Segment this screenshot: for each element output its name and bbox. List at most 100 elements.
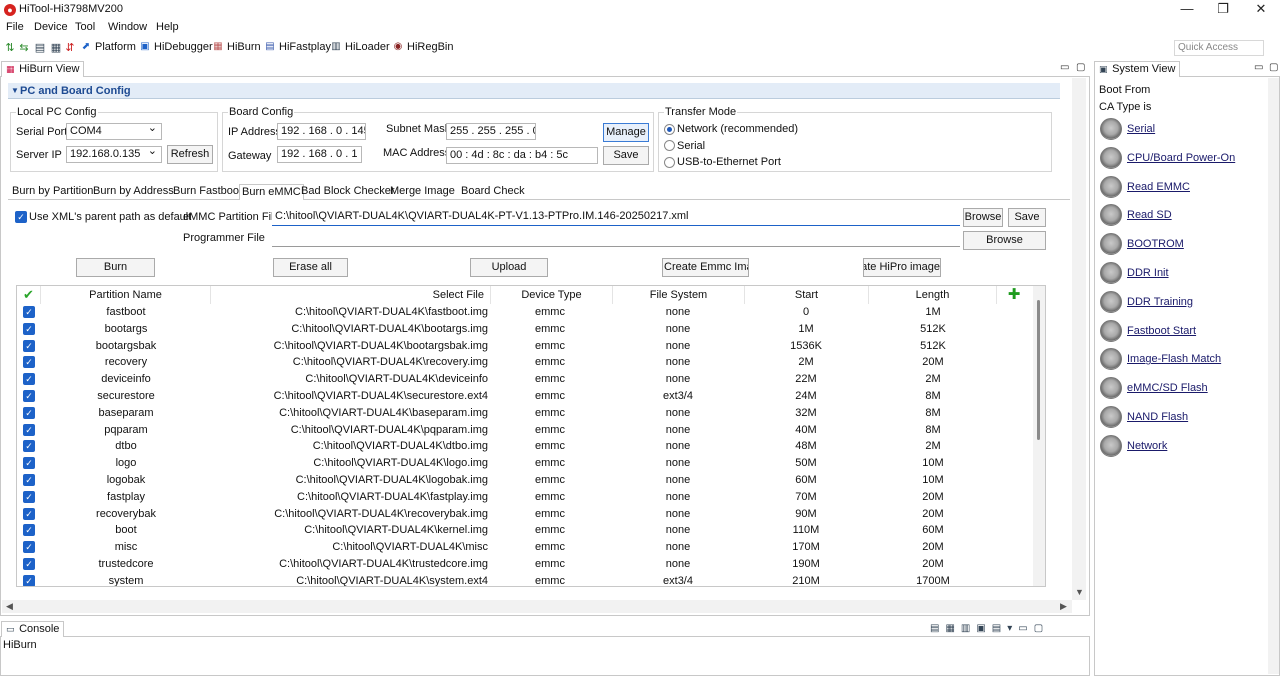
menu-file[interactable]: File [6,21,24,33]
hidebugger-tool[interactable]: ▣ HiDebugger [139,41,212,53]
system-minimize-icon[interactable]: ▭ [1254,62,1263,73]
system-step-link[interactable]: eMMC/SD Flash [1127,382,1208,394]
table-row[interactable]: ✓ system C:\hitool\QVIART-DUAL4K\system.ex… [17,573,1037,586]
emmc-partition-file-input[interactable]: C:\hitool\QVIART-DUAL4K\QVIART-DUAL4K-PT… [272,209,960,226]
row-checkbox[interactable]: ✓ [23,373,35,386]
maximize-view-icon[interactable]: ▢ [1076,62,1085,73]
system-step-item[interactable]: DDR Training [1100,290,1193,313]
minimize-view-icon[interactable]: ▭ [1060,62,1069,73]
radio-usb-ethernet-label[interactable]: USB-to-Ethernet Port [677,156,781,168]
connect-icon[interactable]: ⇅ [4,42,16,54]
cell-select-file[interactable]: C:\hitool\QVIART-DUAL4K\trustedcore.img [211,556,488,573]
menu-window[interactable]: Window [108,21,147,33]
cell-select-file[interactable]: C:\hitool\QVIART-DUAL4K\fastboot.img [211,304,488,321]
row-checkbox[interactable]: ✓ [23,507,35,520]
system-step-link[interactable]: NAND Flash [1127,411,1188,423]
cell-select-file[interactable]: C:\hitool\QVIART-DUAL4K\logo.img [211,455,488,472]
system-view-tab[interactable]: ▣ System View [1094,61,1181,77]
system-step-item[interactable]: Read EMMC [1100,175,1190,198]
menu-device[interactable]: Device [34,21,68,33]
table-row[interactable]: ✓ recovery C:\hitool\QVIART-DUAL4K\recover… [17,354,1037,371]
tab-bad-block-checker[interactable]: Bad Block Checker [299,184,397,200]
system-step-item[interactable]: Image-Flash Match [1100,348,1221,371]
scroll-down-arrow-icon[interactable]: ▼ [1075,587,1084,597]
radio-serial-label[interactable]: Serial [677,140,705,152]
row-checkbox[interactable]: ✓ [23,339,35,352]
table-row[interactable]: ✓ securestore C:\hitool\QVIART-DUAL4K\secu… [17,388,1037,405]
refresh-button[interactable]: Refresh [167,145,213,164]
row-checkbox[interactable]: ✓ [23,423,35,436]
cell-select-file[interactable]: C:\hitool\QVIART-DUAL4K\bootargsbak.img [211,338,488,355]
row-checkbox[interactable]: ✓ [23,322,35,335]
maximize-button[interactable]: ❐ [1206,0,1240,20]
row-checkbox[interactable]: ✓ [23,356,35,369]
system-step-link[interactable]: Fastboot Start [1127,325,1196,337]
system-step-link[interactable]: Read EMMC [1127,181,1190,193]
header-length[interactable]: Length [869,286,997,304]
scroll-left-arrow-icon[interactable]: ◀ [6,601,13,612]
row-checkbox[interactable]: ✓ [23,474,35,486]
cell-select-file[interactable]: C:\hitool\QVIART-DUAL4K\recovery.img [211,354,488,371]
add-partition-icon[interactable]: ✚ [997,286,1031,304]
console-tab[interactable]: ▭ Console [1,621,65,637]
hiburn-vertical-scrollbar[interactable] [1072,78,1086,600]
cell-select-file[interactable]: C:\hitool\QVIART-DUAL4K\kernel.img [211,522,488,539]
tab-board-check[interactable]: Board Check [459,184,527,200]
menu-tool[interactable]: Tool [75,21,95,33]
minimize-button[interactable]: — [1170,0,1204,20]
system-step-link[interactable]: DDR Init [1127,267,1169,279]
gateway-field[interactable]: 192 . 168 . 0 . 1 [277,146,362,163]
close-button[interactable]: ✕ [1244,0,1278,20]
table-row[interactable]: ✓ recoverybak C:\hitool\QVIART-DUAL4K\reco… [17,506,1037,523]
collapse-arrow-icon[interactable]: ▼ [11,86,19,95]
radio-network-label[interactable]: Network (recommended) [677,123,798,135]
table-row[interactable]: ✓ dtbo C:\hitool\QVIART-DUAL4K\dtbo.img emm… [17,438,1037,455]
row-checkbox[interactable]: ✓ [23,306,35,318]
use-parent-path-checkbox[interactable]: ✓ [15,211,27,223]
table-row[interactable]: ✓ logo C:\hitool\QVIART-DUAL4K\logo.img emm… [17,455,1037,472]
burn-button[interactable]: Burn [76,258,155,277]
hiloader-tool[interactable]: ▥ HiLoader [330,41,389,53]
create-hipro-image-button[interactable]: Create HiPro image [863,258,941,277]
system-maximize-icon[interactable]: ▢ [1269,62,1278,73]
cell-select-file[interactable]: C:\hitool\QVIART-DUAL4K\bootargs.img [211,321,488,338]
system-step-link[interactable]: Read SD [1127,209,1172,221]
system-step-item[interactable]: Fastboot Start [1100,319,1196,342]
scroll-right-arrow-icon[interactable]: ▶ [1060,601,1067,612]
cell-select-file[interactable]: C:\hitool\QVIART-DUAL4K\securestore.ext4 [211,388,488,405]
row-checkbox[interactable]: ✓ [23,457,35,470]
table-row[interactable]: ✓ trustedcore C:\hitool\QVIART-DUAL4K\trus… [17,556,1037,573]
hiburn-tool[interactable]: ▦ HiBurn [212,41,260,53]
row-checkbox[interactable]: ✓ [23,390,35,402]
table-row[interactable]: ✓ boot C:\hitool\QVIART-DUAL4K\kernel.img e… [17,522,1037,539]
hiburn-horizontal-scrollbar[interactable] [2,600,1072,613]
system-step-link[interactable]: Serial [1127,123,1155,135]
system-step-link[interactable]: Image-Flash Match [1127,353,1221,365]
subnet-mask-field[interactable]: 255 . 255 . 255 . 0 [446,123,536,140]
upload-button[interactable]: Upload [470,258,548,277]
header-device-type[interactable]: Device Type [491,286,613,304]
cell-select-file[interactable]: C:\hitool\QVIART-DUAL4K\system.ext4 [211,573,488,586]
select-all-check-icon[interactable]: ✔ [17,286,41,304]
system-step-item[interactable]: BOOTROM [1100,233,1184,256]
server-ip-select[interactable]: 192.168.0.135 [66,146,162,163]
header-file-system[interactable]: File System [613,286,745,304]
pc-board-config-header[interactable] [8,83,1060,99]
row-checkbox[interactable]: ✓ [23,406,35,419]
system-step-link[interactable]: Network [1127,440,1167,452]
cell-select-file[interactable]: C:\hitool\QVIART-DUAL4K\pqparam.img [211,422,488,439]
table-row[interactable]: ✓ misc C:\hitool\QVIART-DUAL4K\misc emmc non… [17,539,1037,556]
system-step-item[interactable]: Read SD [1100,204,1172,227]
row-checkbox[interactable]: ✓ [23,440,35,453]
cell-select-file[interactable]: C:\hitool\QVIART-DUAL4K\dtbo.img [211,438,488,455]
table-row[interactable]: ✓ logobak C:\hitool\QVIART-DUAL4K\logobak.… [17,472,1037,489]
tab-burn-by-address[interactable]: Burn by Address [91,184,176,200]
tab-burn-emmc[interactable]: Burn eMMC [239,184,304,200]
tab-burn-fastboot[interactable]: Burn Fastboot [171,184,244,200]
cell-select-file[interactable]: C:\hitool\QVIART-DUAL4K\logobak.img [211,472,488,489]
tab-burn-by-partition[interactable]: Burn by Partition [10,184,95,200]
table-row[interactable]: ✓ pqparam C:\hitool\QVIART-DUAL4K\pqparam.… [17,422,1037,439]
table-row[interactable]: ✓ bootargsbak C:\hitool\QVIART-DUAL4K\boot… [17,338,1037,355]
partition-browse-button[interactable]: Browse [963,208,1003,227]
manage-button[interactable]: Manage [603,123,649,142]
